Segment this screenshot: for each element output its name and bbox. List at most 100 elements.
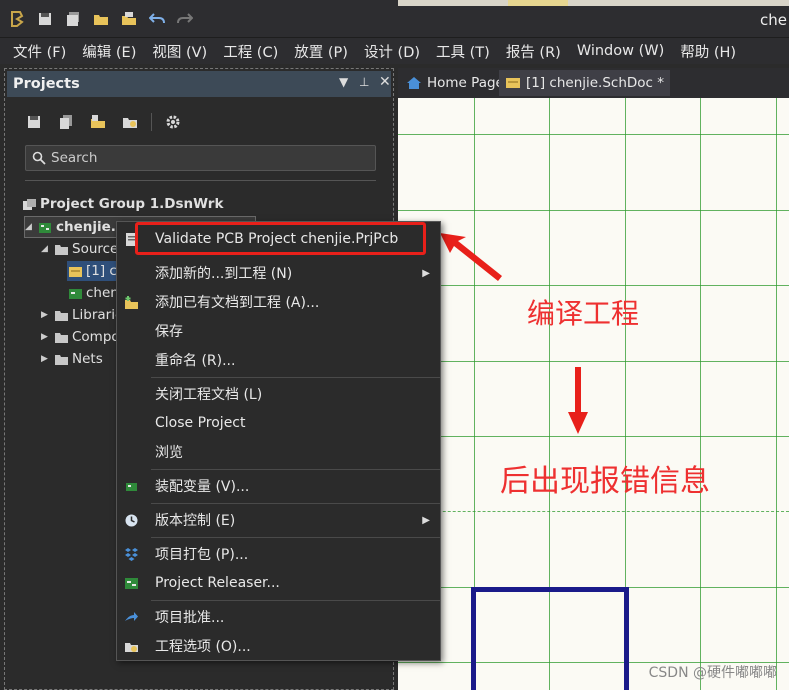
schematic-doc-icon [506, 78, 520, 88]
panel-header: Projects ▼ ⊥ ✕ [7, 71, 391, 97]
background-window-strip [398, 0, 789, 6]
tree-item-libraries[interactable]: ▶ Librarie [41, 305, 123, 325]
add-document-icon[interactable] [87, 112, 109, 132]
submenu-arrow-icon: ▶ [422, 514, 430, 526]
expand-arrow-icon[interactable]: ▶ [41, 310, 51, 320]
menu-item-version-control[interactable]: 版本控制 (E) ▶ [117, 506, 440, 534]
grid-line [398, 134, 789, 135]
tree-item-schdoc[interactable]: [1] c [67, 261, 119, 281]
compile-docs-icon[interactable] [55, 112, 77, 132]
context-menu: Validate PCB Project chenjie.PrjPcb 添加新的… [116, 221, 441, 661]
menu-item-approve[interactable]: 项目批准... [117, 603, 440, 631]
save-project-icon[interactable] [23, 112, 45, 132]
schematic-sheet[interactable] [398, 98, 789, 690]
menu-item-options[interactable]: 工程选项 (O)... [117, 632, 440, 660]
options-icon [123, 638, 139, 654]
grid-line [398, 210, 789, 211]
panel-toolbar [23, 111, 194, 133]
redo-icon[interactable] [176, 10, 194, 28]
tree-item-pcbdoc[interactable]: chen [67, 283, 119, 303]
schematic-component[interactable] [471, 587, 629, 690]
top-toolbar: che [0, 0, 789, 38]
menu-item-close-docs[interactable]: 关闭工程文档 (L) [117, 380, 440, 408]
menu-item-releaser[interactable]: Project Releaser... [117, 569, 440, 597]
panel-menu-icon[interactable]: ▼ [339, 75, 348, 89]
window-title: che [760, 11, 787, 29]
expand-arrow-icon[interactable]: ▶ [41, 354, 51, 364]
watermark: CSDN @硬件嘟嘟嘟 [648, 665, 777, 681]
tree-item-source-folder[interactable]: ◢ Source [41, 239, 118, 259]
menu-item-add-new[interactable]: 添加新的...到工程 (N) ▶ [117, 259, 440, 287]
menu-window[interactable]: Window (W) [577, 43, 664, 59]
menu-design[interactable]: 设计 (D) [364, 41, 420, 62]
menu-separator [151, 469, 440, 470]
folder-icon [53, 352, 69, 366]
menu-item-save[interactable]: 保存 [117, 317, 440, 345]
undo-icon[interactable] [148, 10, 166, 28]
document-tabs: Home Page [1] chenjie.SchDoc * [398, 68, 789, 98]
menu-edit[interactable]: 编辑 (E) [82, 41, 136, 62]
tab-schdoc[interactable]: [1] chenjie.SchDoc * [499, 70, 671, 96]
annotation-compile: 编译工程 [527, 297, 640, 330]
annotation-errors: 后出现报错信息 [500, 464, 710, 499]
menu-place[interactable]: 放置 (P) [294, 41, 348, 62]
panel-divider [25, 180, 376, 181]
schematic-doc-icon [67, 264, 83, 278]
menu-reports[interactable]: 报告 (R) [506, 41, 561, 62]
releaser-icon [123, 575, 139, 591]
project-group-icon [21, 197, 37, 211]
variant-icon [123, 478, 139, 494]
tab-home-page[interactable]: Home Page [400, 70, 510, 96]
home-icon [407, 77, 421, 89]
grid-line [776, 98, 777, 690]
grid-line [398, 285, 789, 286]
menu-separator [151, 537, 440, 538]
package-icon [123, 546, 139, 562]
menu-item-close-project[interactable]: Close Project [117, 409, 440, 437]
project-folder-icon[interactable] [119, 112, 141, 132]
grid-line [398, 361, 789, 362]
menu-separator [151, 600, 440, 601]
collapse-arrow-icon[interactable]: ◢ [25, 222, 35, 232]
highlight-box [135, 222, 426, 255]
approve-icon [123, 609, 139, 625]
menu-view[interactable]: 视图 (V) [152, 41, 207, 62]
menu-help[interactable]: 帮助 (H) [680, 41, 736, 62]
tree-item-nets[interactable]: ▶ Nets [41, 349, 103, 369]
grid-line [398, 436, 789, 437]
menu-item-variants[interactable]: 装配变量 (V)... [117, 472, 440, 500]
menu-separator [151, 377, 440, 378]
menu-bar: 文件 (F) 编辑 (E) 视图 (V) 工程 (C) 放置 (P) 设计 (D… [0, 38, 789, 64]
collapse-arrow-icon[interactable]: ◢ [41, 244, 51, 254]
pcb-doc-icon [67, 286, 83, 300]
open-project-icon[interactable] [120, 10, 138, 28]
tree-item-project-group[interactable]: Project Group 1.DsnWrk [21, 194, 223, 214]
pin-icon[interactable]: ⊥ [359, 75, 369, 89]
app-logo-icon [8, 10, 26, 28]
save-all-icon[interactable] [64, 10, 82, 28]
close-icon[interactable]: ✕ [379, 74, 391, 90]
open-folder-icon[interactable] [92, 10, 110, 28]
grid-line [398, 511, 789, 512]
menu-item-rename[interactable]: 重命名 (R)... [117, 346, 440, 374]
menu-file[interactable]: 文件 (F) [13, 41, 66, 62]
submenu-arrow-icon: ▶ [422, 267, 430, 279]
folder-icon [53, 242, 69, 256]
search-input[interactable] [51, 150, 351, 166]
tree-item-components[interactable]: ▶ Compo [41, 327, 120, 347]
menu-item-add-existing[interactable]: 添加已有文档到工程 (A)... [117, 288, 440, 316]
menu-item-explore[interactable]: 浏览 [117, 438, 440, 466]
add-existing-icon [123, 294, 139, 310]
menu-tools[interactable]: 工具 (T) [436, 41, 490, 62]
gear-icon[interactable] [162, 112, 184, 132]
menu-item-package[interactable]: 项目打包 (P)... [117, 540, 440, 568]
menu-separator [151, 503, 440, 504]
menu-project[interactable]: 工程 (C) [223, 41, 278, 62]
search-icon [32, 151, 46, 165]
clock-icon [123, 512, 139, 528]
expand-arrow-icon[interactable]: ▶ [41, 332, 51, 342]
save-icon[interactable] [36, 10, 54, 28]
project-search[interactable] [25, 145, 376, 171]
folder-icon [53, 308, 69, 322]
panel-title: Projects [13, 76, 80, 92]
